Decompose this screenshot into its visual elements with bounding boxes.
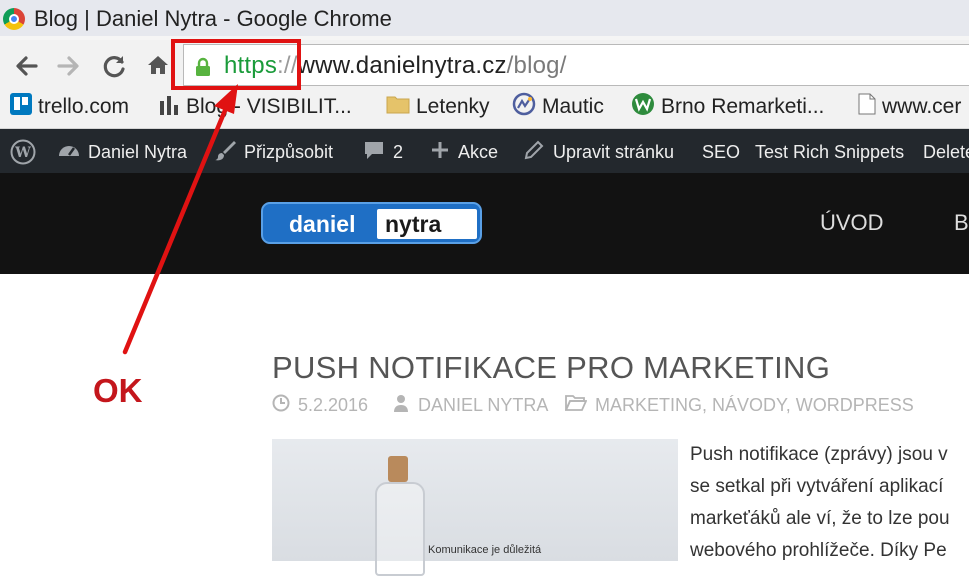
annotation-arrow (122, 84, 238, 355)
ok-annotation-label: OK (93, 372, 143, 409)
